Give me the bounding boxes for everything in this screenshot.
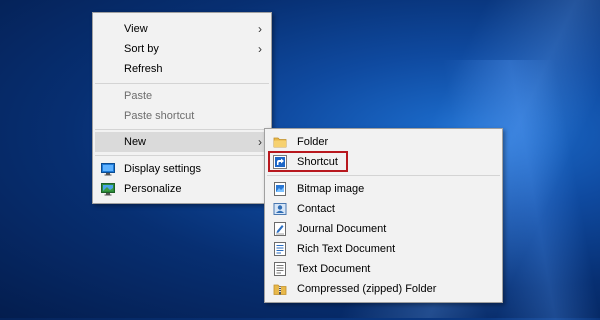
submenu-item-journal-document[interactable]: Journal Document (267, 219, 500, 239)
menu-item-new[interactable]: New › (95, 132, 269, 152)
desktop-context-menu: View › Sort by › Refresh Paste Paste sho… (92, 12, 272, 204)
menu-item-label: Compressed (zipped) Folder (297, 283, 437, 295)
menu-item-paste-shortcut[interactable]: Paste shortcut (95, 106, 269, 126)
menu-item-label: Shortcut (297, 156, 338, 168)
menu-item-sort-by[interactable]: Sort by › (95, 39, 269, 59)
submenu-item-contact[interactable]: Contact (267, 199, 500, 219)
personalize-icon (101, 182, 115, 196)
menu-item-label: Paste shortcut (124, 110, 195, 122)
chevron-right-icon: › (258, 22, 262, 36)
menu-separator (95, 83, 269, 84)
new-submenu: Folder Shortcut Bitmap image Contact Jou… (264, 128, 503, 303)
submenu-item-bitmap-image[interactable]: Bitmap image (267, 179, 500, 199)
menu-item-personalize[interactable]: Personalize (95, 179, 269, 199)
menu-item-label: View (124, 23, 148, 35)
submenu-item-folder[interactable]: Folder (267, 132, 500, 152)
menu-item-label: Contact (297, 203, 335, 215)
contact-icon (273, 202, 287, 216)
menu-item-view[interactable]: View › (95, 19, 269, 39)
menu-item-label: Paste (124, 90, 153, 102)
submenu-item-text-document[interactable]: Text Document (267, 259, 500, 279)
menu-item-paste[interactable]: Paste (95, 86, 269, 106)
menu-item-label: Bitmap image (297, 183, 365, 195)
display-settings-icon (101, 162, 115, 176)
bitmap-image-icon (273, 182, 287, 196)
menu-item-label: New (124, 136, 147, 148)
menu-item-label: Text Document (297, 263, 371, 275)
journal-document-icon (273, 222, 287, 236)
menu-item-label: Sort by (124, 43, 159, 55)
menu-item-display-settings[interactable]: Display settings (95, 159, 269, 179)
menu-separator (267, 175, 500, 176)
submenu-item-compressed-folder[interactable]: Compressed (zipped) Folder (267, 279, 500, 299)
menu-item-label: Display settings (124, 163, 202, 175)
submenu-item-rich-text-document[interactable]: Rich Text Document (267, 239, 500, 259)
submenu-item-shortcut[interactable]: Shortcut (267, 152, 500, 172)
shortcut-icon (273, 155, 287, 169)
zip-folder-icon (273, 282, 287, 296)
folder-icon (273, 135, 287, 149)
chevron-right-icon: › (258, 42, 262, 56)
menu-item-refresh[interactable]: Refresh (95, 59, 269, 79)
chevron-right-icon: › (258, 135, 262, 149)
rich-text-document-icon (273, 242, 287, 256)
text-document-icon (273, 262, 287, 276)
menu-item-label: Rich Text Document (297, 243, 396, 255)
menu-separator (95, 129, 269, 130)
menu-separator (95, 155, 269, 156)
menu-item-label: Folder (297, 136, 329, 148)
menu-item-label: Journal Document (297, 223, 387, 235)
menu-item-label: Refresh (124, 63, 163, 75)
menu-item-label: Personalize (124, 183, 182, 195)
